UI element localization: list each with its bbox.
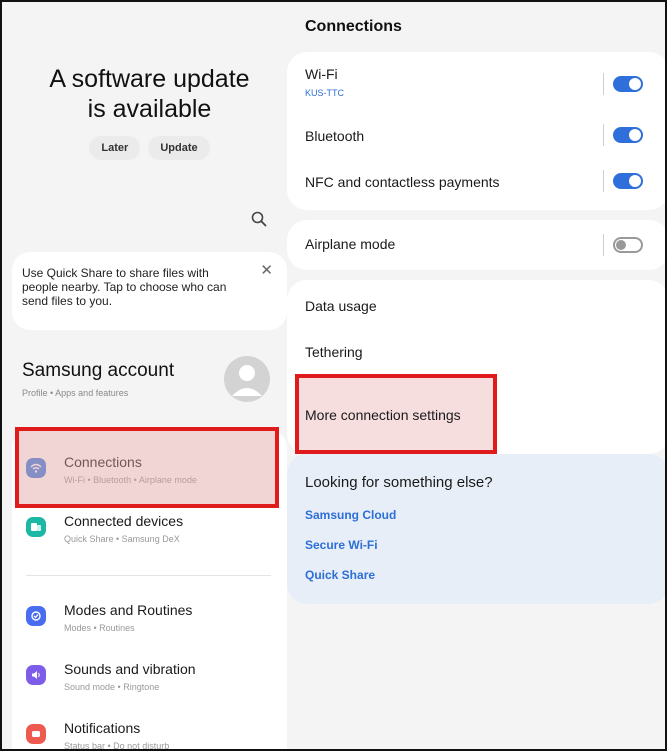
divider [26,575,271,576]
sidebar-item-modes-routines[interactable]: Modes and Routines Modes • Routines [12,594,287,646]
connections-highlight-box [15,427,279,508]
sidebar-item-sublabel: Sound mode • Ringtone [64,682,160,692]
more-connection-settings-item[interactable]: More connection settings [305,407,461,423]
sidebar-item-sounds-vibration[interactable]: Sounds and vibration Sound mode • Ringto… [12,653,287,705]
bluetooth-label[interactable]: Bluetooth [305,128,364,144]
airplane-mode-toggle[interactable] [613,237,643,253]
quick-share-tip-card[interactable]: Use Quick Share to share files with peop… [12,252,287,330]
avatar [224,356,270,402]
quick-share-tip-text: Use Quick Share to share files with peop… [22,266,227,308]
divider [603,234,604,256]
modes-icon [26,606,46,626]
page-title: Connections [305,18,402,35]
connected-devices-icon [26,517,46,537]
sidebar-item-sublabel: Modes • Routines [64,623,135,633]
bluetooth-toggle[interactable] [613,127,643,143]
notifications-icon [26,724,46,744]
wifi-label[interactable]: Wi-Fi [305,66,338,82]
wifi-network-name: KUS-TTC [305,88,344,98]
screenshot-frame: A software update is available Later Upd… [0,0,667,751]
divider [603,73,604,95]
close-icon[interactable]: ✕ [260,263,273,278]
divider [603,170,604,192]
airplane-mode-label[interactable]: Airplane mode [305,236,395,252]
nfc-label[interactable]: NFC and contactless payments [305,174,500,190]
sound-icon [26,665,46,685]
looking-title: Looking for something else? [305,474,493,491]
later-button[interactable]: Later [89,136,141,160]
data-usage-item[interactable]: Data usage [305,298,377,314]
update-title-line1: A software update [49,65,250,93]
samsung-account-card[interactable]: Samsung account Profile • Apps and featu… [12,342,287,422]
sidebar-item-label: Notifications [64,720,141,736]
software-update-card: A software update is available Later Upd… [12,2,287,192]
secure-wifi-link[interactable]: Secure Wi-Fi [305,538,378,552]
sidebar-item-sublabel: Status bar • Do not disturb [64,741,170,751]
wireless-card: Wi-Fi KUS-TTC Bluetooth NFC and contactl… [287,52,665,210]
settings-left-pane: A software update is available Later Upd… [12,2,287,751]
nfc-toggle[interactable] [613,173,643,189]
connections-detail-pane: Connections Wi-Fi KUS-TTC Bluetooth NFC … [287,2,665,749]
update-actions: Later Update [12,136,287,160]
sidebar-item-connected-devices[interactable]: Connected devices Quick Share • Samsung … [12,505,287,557]
wifi-toggle[interactable] [613,76,643,92]
sidebar-item-sublabel: Quick Share • Samsung DeX [64,534,180,544]
person-icon [232,365,262,396]
samsung-cloud-link[interactable]: Samsung Cloud [305,508,396,522]
sidebar-item-label: Sounds and vibration [64,661,196,677]
divider [603,124,604,146]
sidebar-item-notifications[interactable]: Notifications Status bar • Do not distur… [12,712,287,751]
update-button[interactable]: Update [148,136,210,160]
sidebar-item-label: Connected devices [64,513,184,529]
sidebar-item-label: Modes and Routines [64,602,193,618]
airplane-card: Airplane mode [287,220,665,270]
tethering-item[interactable]: Tethering [305,344,363,360]
looking-for-something-card: Looking for something else? Samsung Clou… [287,454,665,604]
quick-share-link[interactable]: Quick Share [305,568,375,582]
update-title-line2: is available [87,95,212,123]
search-icon[interactable] [250,210,268,228]
